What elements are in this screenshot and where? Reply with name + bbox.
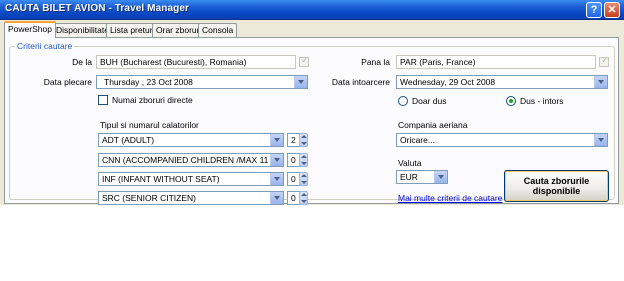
passenger-type-select-src[interactable]: SRC (SENIOR CITIZEN) xyxy=(98,191,284,205)
from-label: De la xyxy=(72,57,92,67)
currency-select[interactable]: EUR xyxy=(396,170,448,184)
passenger-type-value: ADT (ADULT) xyxy=(102,135,155,145)
passenger-type-select-inf[interactable]: INF (INFANT WITHOUT SEAT) xyxy=(98,172,284,186)
title-bar: CAUTA BILET AVION - Travel Manager ? ✕ xyxy=(0,0,624,20)
return-date-picker[interactable]: Wednesday, 29 Oct 2008 xyxy=(396,75,608,89)
direct-only-checkbox[interactable] xyxy=(98,95,108,105)
tab-powershop[interactable]: PowerShop xyxy=(4,21,56,38)
stepper-icon[interactable] xyxy=(299,172,308,186)
return-date-value: Wednesday, 29 Oct 2008 xyxy=(400,77,496,87)
chevron-down-icon[interactable] xyxy=(294,76,307,88)
chevron-down-icon[interactable] xyxy=(270,173,283,185)
close-button[interactable]: ✕ xyxy=(604,2,620,18)
passenger-type-select-adt[interactable]: ADT (ADULT) xyxy=(98,133,284,147)
currency-label: Valuta xyxy=(398,158,422,168)
to-field[interactable]: PAR (Paris, France) xyxy=(396,55,596,69)
app-window: CAUTA BILET AVION - Travel Manager ? ✕ P… xyxy=(0,0,624,205)
search-button-line1: Cauta zborurile xyxy=(523,176,590,186)
passengers-label: Tipul si numarul calatorilor xyxy=(100,120,199,130)
from-value: BUH (Bucharest (Bucuresti), Romania) xyxy=(100,57,247,67)
passenger-type-value: CNN (ACCOMPANIED CHILDREN /MAX 11 YEARS) xyxy=(102,155,283,165)
chevron-down-icon[interactable] xyxy=(270,134,283,146)
depart-date-value: Thursday , 23 Oct 2008 xyxy=(104,77,193,87)
depart-label: Data plecare xyxy=(43,77,92,87)
chevron-down-icon[interactable] xyxy=(594,134,607,146)
to-value: PAR (Paris, France) xyxy=(400,57,476,67)
chevron-down-icon[interactable] xyxy=(270,154,283,166)
chevron-down-icon[interactable] xyxy=(270,192,283,204)
search-button-line2: disponibile xyxy=(532,186,581,196)
from-field[interactable]: BUH (Bucharest (Bucuresti), Romania) xyxy=(96,55,296,69)
search-flights-button[interactable]: Cauta zborurile disponibile xyxy=(504,170,609,202)
tab-consola[interactable]: Consola xyxy=(198,23,238,37)
group-title: Criterii cautare xyxy=(15,41,75,51)
from-lock-checkbox xyxy=(299,55,309,67)
to-label: Pana la xyxy=(361,57,390,67)
tab-disponibilitate[interactable]: Disponibilitate xyxy=(52,23,113,37)
passenger-type-value: SRC (SENIOR CITIZEN) xyxy=(102,193,196,203)
return-label: Data intoarcere xyxy=(331,77,390,87)
passenger-type-select-cnn[interactable]: CNN (ACCOMPANIED CHILDREN /MAX 11 YEARS) xyxy=(98,153,284,167)
airline-select[interactable]: Oricare... xyxy=(396,133,608,147)
to-lock-checkbox xyxy=(599,55,609,67)
round-trip-radio[interactable] xyxy=(506,96,516,106)
window-title: CAUTA BILET AVION - Travel Manager xyxy=(5,3,189,14)
chevron-down-icon[interactable] xyxy=(434,171,447,183)
direct-only-label: Numai zboruri directe xyxy=(112,95,193,105)
tab-lista-preturi[interactable]: Lista preturi xyxy=(106,23,159,37)
stepper-icon[interactable] xyxy=(299,133,308,147)
one-way-label: Doar dus xyxy=(412,96,447,106)
depart-date-picker[interactable]: Thursday , 23 Oct 2008 xyxy=(96,75,308,89)
chevron-down-icon[interactable] xyxy=(594,76,607,88)
one-way-radio[interactable] xyxy=(398,96,408,106)
stepper-icon[interactable] xyxy=(299,153,308,167)
more-criteria-link[interactable]: Mai multe criterii de cautare xyxy=(398,193,502,203)
passenger-type-value: INF (INFANT WITHOUT SEAT) xyxy=(102,174,220,184)
airline-value: Oricare... xyxy=(400,135,435,145)
help-button[interactable]: ? xyxy=(586,2,602,18)
stepper-icon[interactable] xyxy=(299,191,308,205)
airline-label: Compania aeriana xyxy=(398,120,468,130)
round-trip-label: Dus - intors xyxy=(520,96,564,106)
